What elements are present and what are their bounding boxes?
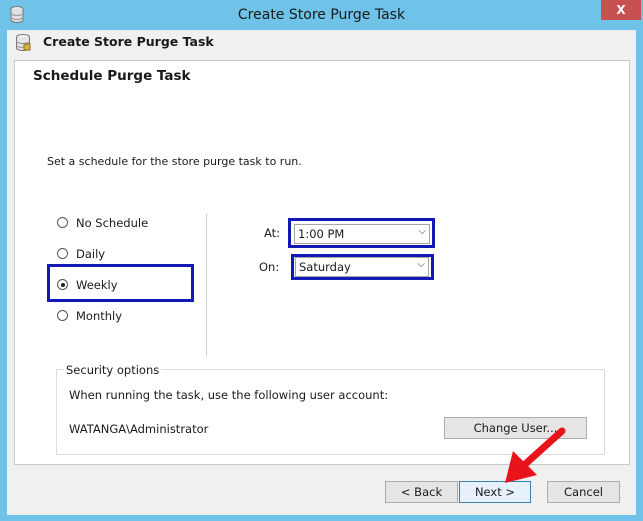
red-arrow-annotation [505, 427, 566, 483]
dialog-window: Create Store Purge Task X Create Store P… [0, 0, 643, 521]
